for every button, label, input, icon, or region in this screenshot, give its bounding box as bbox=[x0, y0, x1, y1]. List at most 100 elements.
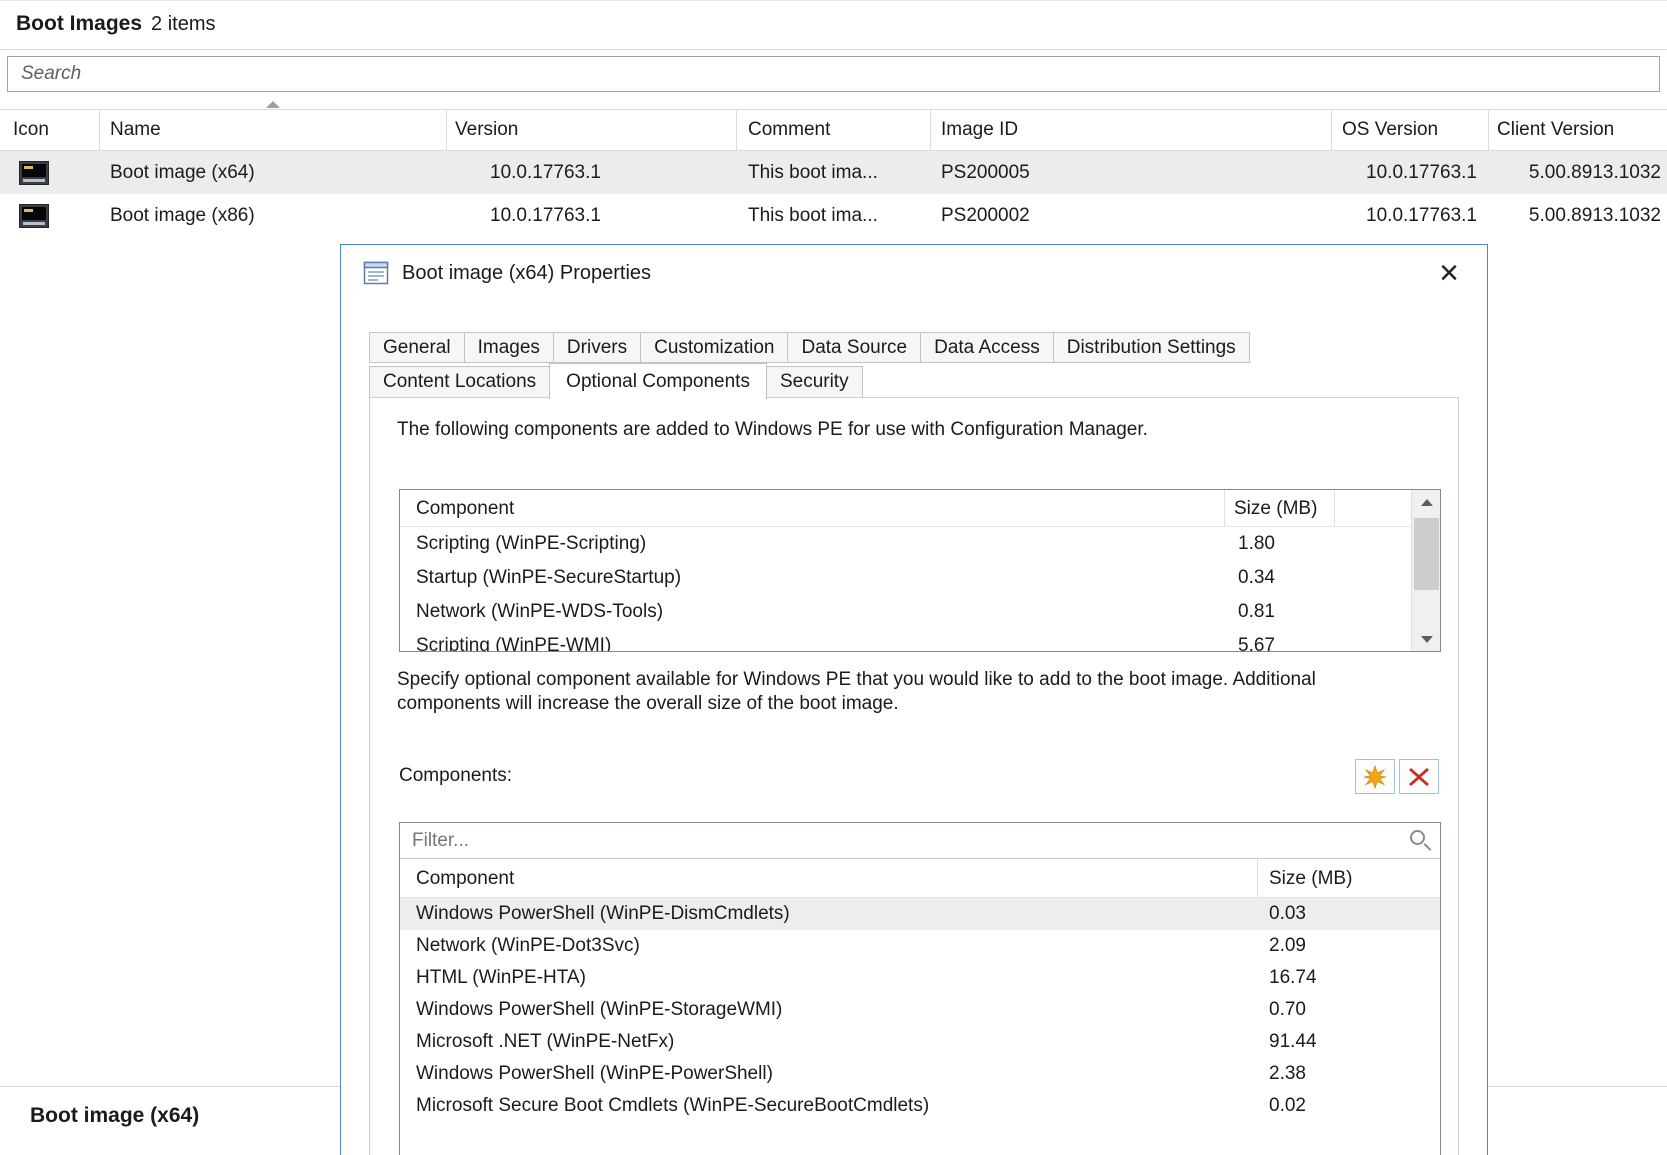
dialog-title-text: Boot image (x64) Properties bbox=[402, 262, 651, 285]
list-item[interactable]: Scripting (WinPE-WMI) 5.67 bbox=[400, 629, 1412, 652]
components-label: Components: bbox=[399, 765, 512, 787]
component-name: Windows PowerShell (WinPE-PowerShell) bbox=[416, 1058, 773, 1090]
component-size: 16.74 bbox=[1269, 962, 1317, 994]
component-name: Network (WinPE-Dot3Svc) bbox=[416, 930, 640, 962]
boot-images-screen: Boot Images 2 items Icon Name Version Com… bbox=[0, 0, 1667, 1155]
available-list-header: Component Size (MB) bbox=[400, 858, 1440, 898]
column-header-name[interactable]: Name bbox=[100, 110, 447, 150]
dialog-title: Boot image (x64) Properties bbox=[363, 261, 651, 285]
tab-data-access[interactable]: Data Access bbox=[920, 332, 1054, 363]
component-size: 0.81 bbox=[1238, 595, 1275, 629]
up-arrow-icon bbox=[1421, 499, 1433, 506]
close-icon[interactable]: × bbox=[1429, 253, 1469, 293]
available-column-component[interactable]: Component bbox=[416, 859, 514, 899]
page-title-text: Boot Images bbox=[16, 12, 142, 35]
cell-image-id: PS200002 bbox=[931, 194, 1332, 237]
scrollbar-thumb[interactable] bbox=[1414, 518, 1439, 590]
cell-name: Boot image (x64) bbox=[100, 151, 447, 194]
component-size: 2.09 bbox=[1269, 930, 1306, 962]
item-count: 2 items bbox=[151, 13, 215, 35]
cell-comment: This boot ima... bbox=[737, 194, 931, 237]
cell-os-version: 10.0.17763.1 bbox=[1332, 151, 1489, 194]
search-input[interactable] bbox=[7, 56, 1660, 92]
sort-ascending-icon bbox=[266, 101, 280, 108]
component-size: 5.67 bbox=[1238, 629, 1275, 652]
component-size: 1.80 bbox=[1238, 527, 1275, 561]
filter-input[interactable] bbox=[399, 822, 1441, 859]
tab-security[interactable]: Security bbox=[766, 366, 863, 398]
column-header-comment[interactable]: Comment bbox=[737, 110, 931, 150]
column-header-os-version[interactable]: OS Version bbox=[1332, 110, 1489, 150]
component-name: HTML (WinPE-HTA) bbox=[416, 962, 586, 994]
cell-version: 10.0.17763.1 bbox=[447, 151, 737, 194]
list-item[interactable]: Microsoft Secure Boot Cmdlets (WinPE-Sec… bbox=[400, 1090, 1440, 1122]
list-item[interactable]: Windows PowerShell (WinPE-DismCmdlets) 0… bbox=[400, 898, 1440, 930]
title-separator bbox=[0, 49, 1667, 50]
tab-distribution-settings[interactable]: Distribution Settings bbox=[1053, 332, 1250, 363]
red-x-icon bbox=[1408, 766, 1430, 788]
vertical-scrollbar[interactable] bbox=[1411, 490, 1440, 651]
list-item[interactable]: Network (WinPE-Dot3Svc) 2.09 bbox=[400, 930, 1440, 962]
tab-content-locations[interactable]: Content Locations bbox=[369, 366, 550, 398]
page-title: Boot Images 2 items bbox=[16, 12, 216, 36]
list-item[interactable]: HTML (WinPE-HTA) 16.74 bbox=[400, 962, 1440, 994]
column-divider[interactable] bbox=[1257, 859, 1258, 899]
list-item[interactable]: Startup (WinPE-SecureStartup) 0.34 bbox=[400, 561, 1412, 595]
component-size: 2.38 bbox=[1269, 1058, 1306, 1090]
description-text: Specify optional component available for… bbox=[397, 668, 1389, 716]
available-components-list: Component Size (MB) Windows PowerShell (… bbox=[399, 858, 1441, 1155]
component-name: Startup (WinPE-SecureStartup) bbox=[416, 561, 681, 595]
list-item[interactable]: Scripting (WinPE-Scripting) 1.80 bbox=[400, 527, 1412, 561]
column-header-version[interactable]: Version bbox=[447, 110, 737, 150]
dialog-title-bar[interactable]: Boot image (x64) Properties × bbox=[341, 245, 1487, 303]
component-name: Windows PowerShell (WinPE-StorageWMI) bbox=[416, 994, 782, 1026]
component-name: Windows PowerShell (WinPE-DismCmdlets) bbox=[416, 898, 790, 930]
tab-data-source[interactable]: Data Source bbox=[787, 332, 921, 363]
remove-component-button[interactable] bbox=[1399, 759, 1439, 794]
component-name: Network (WinPE-WDS-Tools) bbox=[416, 595, 663, 629]
filter-box bbox=[399, 822, 1441, 859]
table-row[interactable]: Boot image (x86) 10.0.17763.1 This boot … bbox=[0, 194, 1667, 237]
list-item[interactable]: Microsoft .NET (WinPE-NetFx) 91.44 bbox=[400, 1026, 1440, 1058]
scroll-up-button[interactable] bbox=[1412, 490, 1441, 514]
tab-drivers[interactable]: Drivers bbox=[553, 332, 641, 363]
star-icon bbox=[1363, 765, 1387, 789]
tab-strip-row2: Content Locations Optional Components Se… bbox=[369, 363, 862, 399]
added-column-size[interactable]: Size (MB) bbox=[1234, 490, 1317, 527]
tab-images[interactable]: Images bbox=[464, 332, 554, 363]
cell-client-version: 5.00.8913.1032 bbox=[1489, 151, 1667, 194]
magnifier-icon bbox=[1410, 830, 1425, 845]
cell-comment: This boot ima... bbox=[737, 151, 931, 194]
list-item[interactable]: Windows PowerShell (WinPE-PowerShell) 2.… bbox=[400, 1058, 1440, 1090]
cell-image-id: PS200005 bbox=[931, 151, 1332, 194]
properties-dialog: Boot image (x64) Properties × General Im… bbox=[340, 244, 1488, 1155]
list-item[interactable]: Network (WinPE-WDS-Tools) 0.81 bbox=[400, 595, 1412, 629]
component-name: Microsoft Secure Boot Cmdlets (WinPE-Sec… bbox=[416, 1090, 929, 1122]
column-divider[interactable] bbox=[1334, 490, 1335, 527]
add-component-button[interactable] bbox=[1355, 759, 1395, 794]
tab-optional-components[interactable]: Optional Components bbox=[549, 363, 767, 399]
available-column-size[interactable]: Size (MB) bbox=[1269, 859, 1352, 899]
added-column-component[interactable]: Component bbox=[416, 490, 514, 527]
cell-client-version: 5.00.8913.1032 bbox=[1489, 194, 1667, 237]
scroll-down-button[interactable] bbox=[1412, 627, 1441, 651]
table-row[interactable]: Boot image (x64) 10.0.17763.1 This boot … bbox=[0, 151, 1667, 194]
boot-image-icon bbox=[19, 161, 49, 185]
column-divider[interactable] bbox=[1224, 490, 1225, 527]
column-header-image-id[interactable]: Image ID bbox=[931, 110, 1332, 150]
tab-strip-row1: General Images Drivers Customization Dat… bbox=[369, 332, 1249, 363]
column-header-client-version[interactable]: Client Version bbox=[1489, 110, 1667, 150]
column-header-icon[interactable]: Icon bbox=[0, 110, 100, 150]
down-arrow-icon bbox=[1421, 636, 1433, 643]
component-size: 0.02 bbox=[1269, 1090, 1306, 1122]
tab-customization[interactable]: Customization bbox=[640, 332, 788, 363]
added-components-list: Component Size (MB) Scripting (WinPE-Scr… bbox=[399, 489, 1441, 652]
list-item[interactable]: Windows PowerShell (WinPE-StorageWMI) 0.… bbox=[400, 994, 1440, 1026]
cell-os-version: 10.0.17763.1 bbox=[1332, 194, 1489, 237]
cell-version: 10.0.17763.1 bbox=[447, 194, 737, 237]
component-name: Scripting (WinPE-WMI) bbox=[416, 629, 611, 652]
boot-image-icon bbox=[19, 204, 49, 228]
added-list-header: Component Size (MB) bbox=[400, 490, 1440, 527]
component-size: 0.03 bbox=[1269, 898, 1306, 930]
tab-general[interactable]: General bbox=[369, 332, 465, 363]
